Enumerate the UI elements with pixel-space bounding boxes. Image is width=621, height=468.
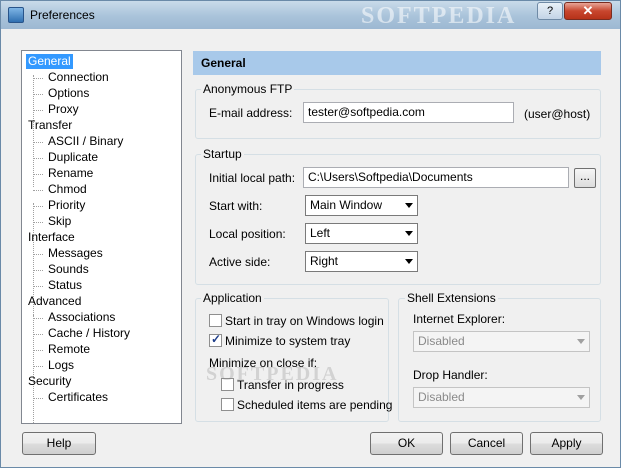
local-path-input[interactable]: C:\Users\Softpedia\Documents <box>303 167 569 188</box>
drop-handler-select[interactable]: Disabled <box>413 387 590 408</box>
start-in-tray-label[interactable]: Start in tray on Windows login <box>225 314 384 328</box>
tree-item-status[interactable]: Status <box>46 278 84 293</box>
tree-connector <box>33 222 43 223</box>
tree-item-advanced[interactable]: Advanced <box>26 294 83 309</box>
start-with-select[interactable]: Main Window <box>305 195 418 216</box>
tree-connector <box>33 158 43 159</box>
tree-item-certificates[interactable]: Certificates <box>46 390 110 405</box>
tree-connector <box>33 142 43 143</box>
browse-button[interactable]: ... <box>574 168 596 188</box>
tree-item-cache-history[interactable]: Cache / History <box>46 326 132 341</box>
active-side-select[interactable]: Right <box>305 251 418 272</box>
app-icon <box>8 7 24 23</box>
softpedia-watermark: SOFTPEDIA <box>206 363 339 385</box>
tree-connector <box>33 366 43 367</box>
active-side-label: Active side: <box>209 255 271 269</box>
tree-item-security[interactable]: Security <box>26 374 73 389</box>
chevron-down-icon <box>405 231 413 236</box>
cancel-button-label: Cancel <box>467 436 506 450</box>
start-with-label: Start with: <box>209 199 263 213</box>
chevron-down-icon <box>405 259 413 264</box>
tree-item-connection[interactable]: Connection <box>46 70 111 85</box>
chevron-down-icon <box>577 339 585 344</box>
tree-connector <box>33 398 43 399</box>
tree-item-rename[interactable]: Rename <box>46 166 95 181</box>
ok-button-label: OK <box>397 436 416 450</box>
tree-connector <box>33 206 43 207</box>
tree-connector <box>33 190 43 191</box>
tree-item-ascii-binary[interactable]: ASCII / Binary <box>46 134 125 149</box>
drop-handler-label: Drop Handler: <box>413 368 488 382</box>
window-title: Preferences <box>30 8 95 22</box>
local-path-label: Initial local path: <box>209 171 296 185</box>
tree-connector <box>33 286 43 287</box>
active-side-value: Right <box>310 254 339 268</box>
tree-item-options[interactable]: Options <box>46 86 91 101</box>
cancel-button[interactable]: Cancel <box>450 432 523 455</box>
softpedia-watermark: SOFTPEDIA <box>361 3 517 29</box>
start-in-tray-checkbox[interactable] <box>209 314 222 327</box>
local-position-label: Local position: <box>209 227 286 241</box>
tree-connector <box>33 110 43 111</box>
tree-connector <box>33 174 43 175</box>
tree-item-associations[interactable]: Associations <box>46 310 117 325</box>
local-position-select[interactable]: Left <box>305 223 418 244</box>
tree-connector <box>33 94 43 95</box>
title-bar[interactable]: Preferences SOFTPEDIA ? ✕ <box>1 1 620 29</box>
local-position-value: Left <box>310 226 331 240</box>
email-input[interactable]: tester@softpedia.com <box>303 102 514 123</box>
anonymous-ftp-title: Anonymous FTP <box>201 82 295 96</box>
titlebar-help-button[interactable]: ? <box>537 2 563 20</box>
internet-explorer-value: Disabled <box>418 334 465 348</box>
internet-explorer-label: Internet Explorer: <box>413 312 506 326</box>
tree-item-interface[interactable]: Interface <box>26 230 77 245</box>
page-title: General <box>193 51 601 75</box>
application-title: Application <box>201 291 264 305</box>
chevron-down-icon <box>405 203 413 208</box>
tree-item-general[interactable]: General <box>26 54 73 69</box>
drop-handler-value: Disabled <box>418 390 465 404</box>
preferences-window: Preferences SOFTPEDIA ? ✕ General Connect… <box>0 0 621 468</box>
apply-button-label: Apply <box>551 436 582 450</box>
start-with-value: Main Window <box>310 198 383 212</box>
tree-item-messages[interactable]: Messages <box>46 246 105 261</box>
tree-item-priority[interactable]: Priority <box>46 198 87 213</box>
close-button[interactable]: ✕ <box>564 2 612 20</box>
tree-connector <box>33 270 43 271</box>
tree-connector <box>33 315 34 423</box>
ok-button[interactable]: OK <box>370 432 443 455</box>
startup-title: Startup <box>201 147 244 161</box>
minimize-to-tray-label[interactable]: Minimize to system tray <box>225 334 350 348</box>
internet-explorer-select[interactable]: Disabled <box>413 331 590 352</box>
category-tree[interactable]: General Connection Options Proxy Transfer ASC… <box>21 50 182 424</box>
shell-extensions-title: Shell Extensions <box>405 291 498 305</box>
tree-connector <box>33 318 43 319</box>
tree-item-logs[interactable]: Logs <box>46 358 76 373</box>
tree-item-transfer[interactable]: Transfer <box>26 118 74 133</box>
email-hint: (user@host) <box>524 107 591 121</box>
apply-button[interactable]: Apply <box>530 432 603 455</box>
email-label: E-mail address: <box>209 106 293 120</box>
tree-item-chmod[interactable]: Chmod <box>46 182 89 197</box>
help-button-label: Help <box>46 436 72 450</box>
help-button[interactable]: Help <box>22 432 96 455</box>
tree-item-skip[interactable]: Skip <box>46 214 73 229</box>
scheduled-items-label[interactable]: Scheduled items are pending <box>237 398 392 412</box>
chevron-down-icon <box>577 395 585 400</box>
scheduled-items-checkbox[interactable] <box>221 398 234 411</box>
tree-connector <box>33 254 43 255</box>
tree-connector <box>33 334 43 335</box>
tree-item-proxy[interactable]: Proxy <box>46 102 81 117</box>
tree-item-sounds[interactable]: Sounds <box>46 262 91 277</box>
tree-item-remote[interactable]: Remote <box>46 342 92 357</box>
tree-item-duplicate[interactable]: Duplicate <box>46 150 100 165</box>
tree-connector <box>33 78 43 79</box>
minimize-to-tray-checkbox[interactable] <box>209 332 222 347</box>
tree-connector <box>33 350 43 351</box>
